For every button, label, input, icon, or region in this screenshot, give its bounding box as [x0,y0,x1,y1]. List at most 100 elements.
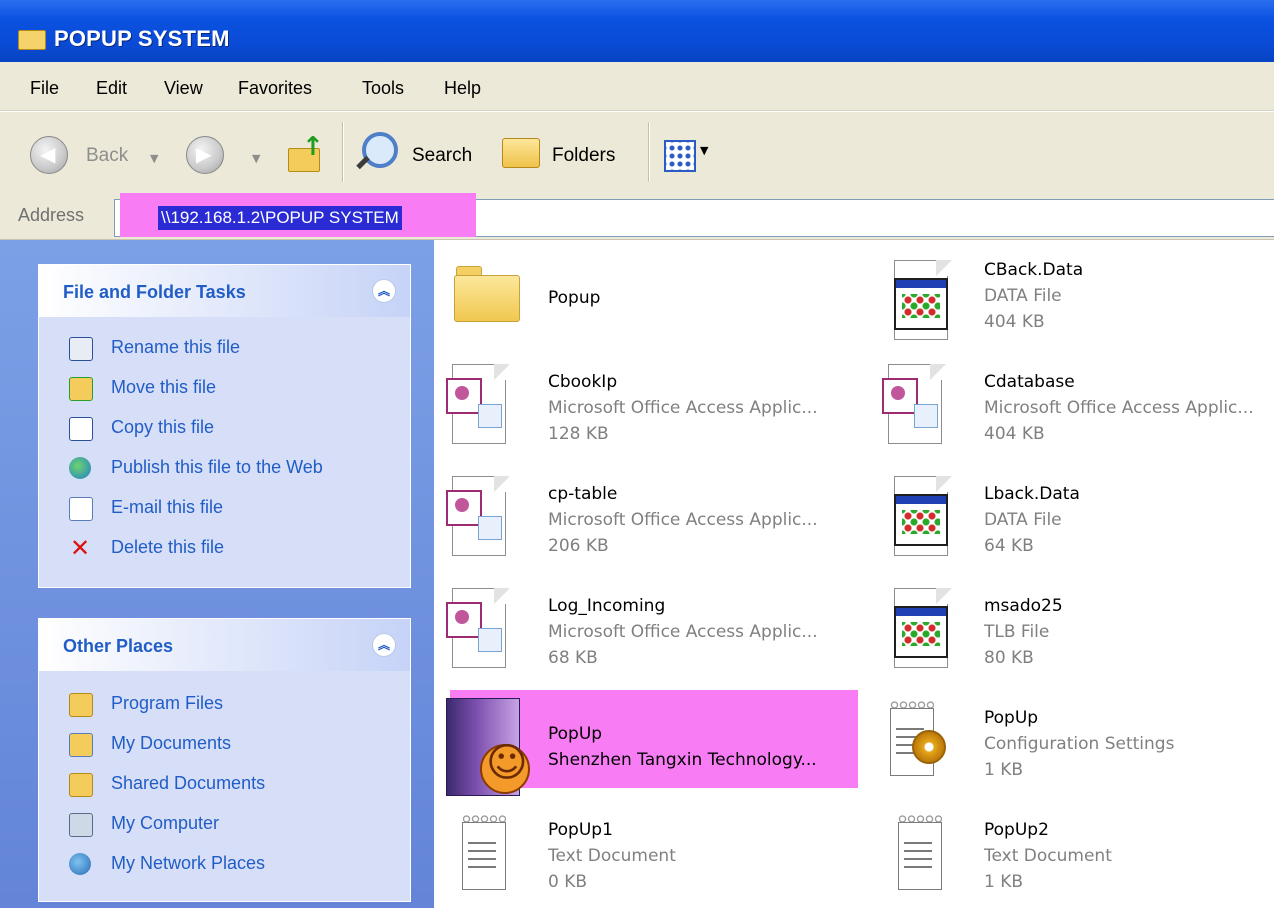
text-document-icon [890,814,954,894]
folder-icon [69,773,93,797]
up-folder-button[interactable]: ↑ [286,134,326,174]
file-type: Microsoft Office Access Applic... [984,398,1254,418]
text-document-icon [454,814,518,894]
file-name: Cdatabase [984,372,1075,392]
file-type: Microsoft Office Access Applic... [548,398,818,418]
forward-arrow-icon: ▶ [196,142,212,166]
other-places-panel: Other Places ︽ Program Files My Document… [38,618,411,902]
publish-web-icon [69,457,91,479]
config-settings-icon [882,700,946,780]
task-label: Move this file [111,377,217,397]
menu-bar: File Edit View Favorites Tools Help [0,62,1274,111]
file-type: Shenzhen Tangxin Technology... [548,750,817,770]
file-size: 68 KB [548,648,598,668]
file-type: Microsoft Office Access Applic... [548,622,818,642]
forward-button[interactable]: ▶ [186,136,224,174]
search-icon [362,132,398,168]
back-label: Back [86,145,129,166]
file-name: PopUp1 [548,820,613,840]
place-label: Shared Documents [111,773,266,793]
back-dropdown-icon[interactable]: ▼ [150,152,158,165]
task-label: Publish this file to the Web [111,457,323,477]
window-title: POPUP SYSTEM [54,26,230,51]
file-name: cp-table [548,484,618,504]
file-name: PopUp2 [984,820,1049,840]
menu-file[interactable]: File [30,78,59,99]
email-icon [69,497,93,521]
title-bar: POPUP SYSTEM [0,0,1274,62]
move-icon [69,377,93,401]
place-label: My Documents [111,733,232,753]
place-label: Program Files [111,693,224,713]
data-file-icon [888,260,952,340]
file-type: DATA File [984,286,1062,306]
access-db-icon [446,588,510,668]
task-pane: File and Folder Tasks ︽ Rename this file… [0,240,434,908]
network-places-icon [69,853,91,875]
menu-view[interactable]: View [164,78,203,99]
application-icon [446,698,536,798]
file-size: 1 KB [984,872,1024,892]
views-icon [664,140,696,172]
file-size: 404 KB [984,424,1045,444]
menu-edit[interactable]: Edit [96,78,127,99]
access-db-icon [446,364,510,444]
forward-dropdown-icon[interactable]: ▼ [252,152,260,165]
menu-favorites[interactable]: Favorites [238,78,312,99]
data-file-icon [888,588,952,668]
file-name: CBack.Data [984,260,1084,280]
file-list: Popup CBack.Data DATA File 404 KB CbookI… [434,240,1274,908]
file-size: 206 KB [548,536,609,556]
access-db-icon [446,476,510,556]
menu-tools[interactable]: Tools [362,78,404,99]
address-value[interactable]: \\192.168.1.2\POPUP SYSTEM [158,206,402,230]
collapse-icon[interactable]: ︽ [372,279,396,303]
file-name: PopUp [548,724,603,744]
task-label: E-mail this file [111,497,224,517]
data-file-icon [888,476,952,556]
file-name: msado25 [984,596,1063,616]
file-name: Lback.Data [984,484,1080,504]
panel-header[interactable]: File and Folder Tasks ︽ [39,265,410,317]
search-button[interactable]: Search [356,130,476,180]
address-label: Address [18,205,85,225]
file-name: Log_Incoming [548,596,666,616]
rename-icon [69,337,93,361]
place-label: My Computer [111,813,220,833]
file-type: TLB File [984,622,1050,642]
folder-icon [454,266,520,322]
views-dropdown-icon: ▼ [700,144,709,157]
file-folder-tasks-panel: File and Folder Tasks ︽ Rename this file… [38,264,411,588]
file-size: 80 KB [984,648,1034,668]
file-type: Microsoft Office Access Applic... [548,510,818,530]
panel-title: Other Places [63,636,174,656]
views-button[interactable]: ▼ [660,138,724,172]
back-button[interactable]: ◀ [30,136,68,174]
file-type: Text Document [984,846,1112,866]
place-label: My Network Places [111,853,266,873]
task-label: Delete this file [111,537,225,557]
folder-icon [18,30,46,50]
folders-label: Folders [552,145,616,166]
my-computer-icon [69,813,93,837]
file-size: 404 KB [984,312,1045,332]
panel-header[interactable]: Other Places ︽ [39,619,410,671]
file-type: Text Document [548,846,676,866]
toolbar: ◀ Back ▼ ▶ ▼ ↑ Search Folders ▼ [0,111,1274,198]
collapse-icon[interactable]: ︽ [372,633,396,657]
file-size: 1 KB [984,760,1024,780]
file-type: DATA File [984,510,1062,530]
file-type: Configuration Settings [984,734,1175,754]
task-label: Rename this file [111,337,241,357]
panel-title: File and Folder Tasks [63,282,246,302]
file-name: Popup [548,288,601,308]
folders-button[interactable]: Folders [500,130,640,180]
menu-help[interactable]: Help [444,78,481,99]
access-db-icon [882,364,946,444]
up-arrow-icon: ↑ [302,132,324,162]
file-name: CbookIp [548,372,618,392]
file-name: PopUp [984,708,1039,728]
delete-icon: ✕ [69,534,91,562]
file-size: 128 KB [548,424,609,444]
folders-icon [502,138,540,168]
